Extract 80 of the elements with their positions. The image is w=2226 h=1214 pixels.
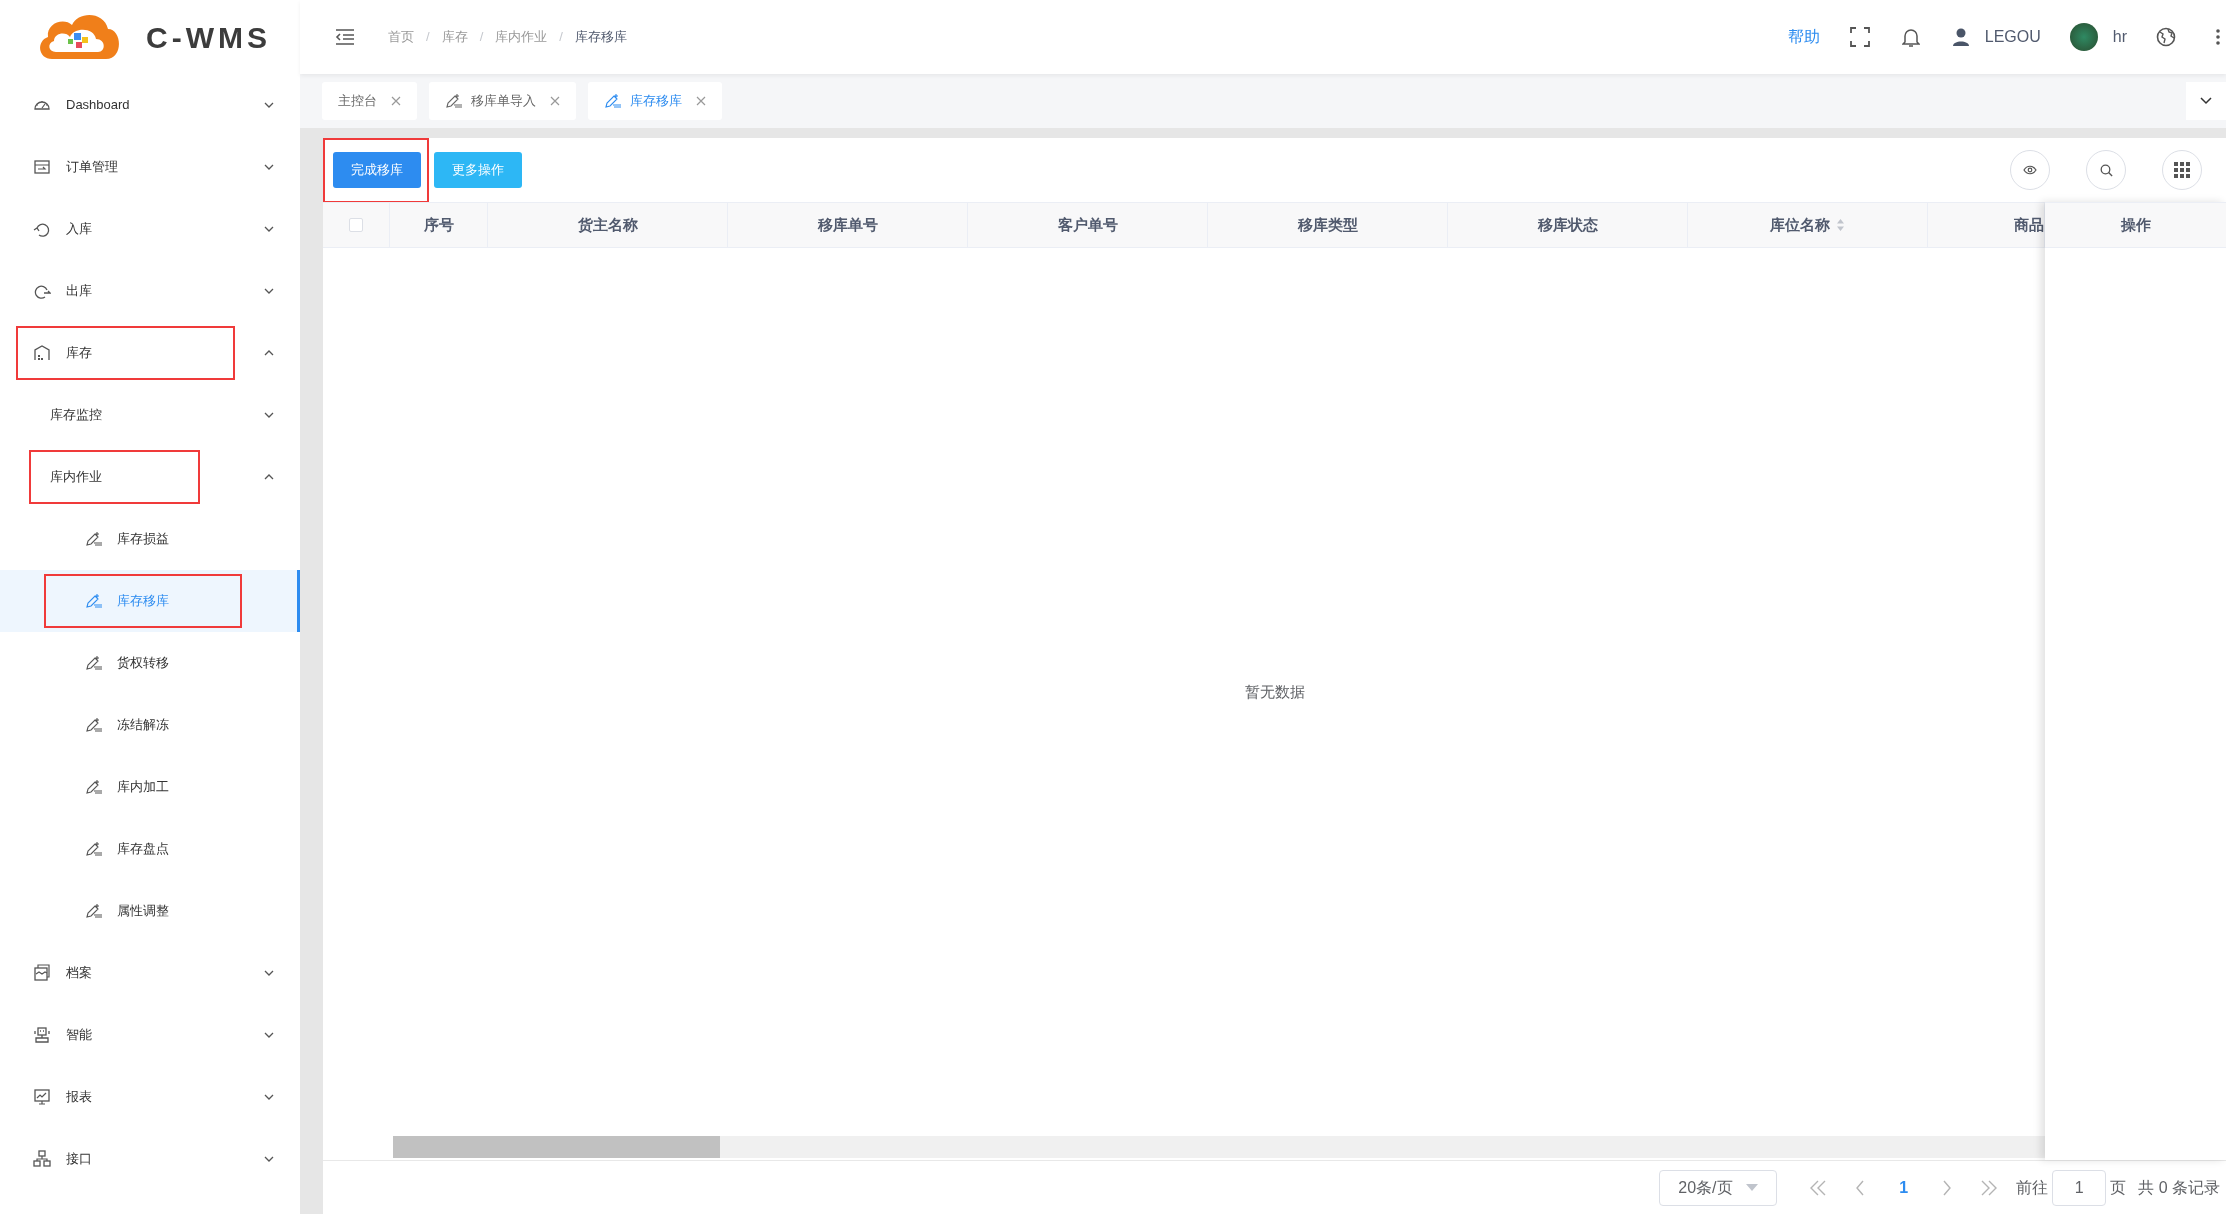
submenu-item[interactable]: 库内作业 [0,446,300,508]
next-page-icon[interactable] [1942,1179,1953,1196]
scrollbar-thumb[interactable] [393,1136,720,1158]
submenu-item[interactable]: 库存监控 [0,384,300,446]
archive-icon [33,964,51,982]
submenu-item[interactable]: 冻结解冻 [0,694,300,756]
menu-item[interactable]: 报表 [0,1066,300,1128]
goto-label: 前往 [2016,1177,2049,1198]
more-icon[interactable] [2216,29,2220,45]
tray-icon [33,158,51,176]
user-icon[interactable] [1951,28,1970,46]
submenu-item[interactable]: 库存损益 [0,508,300,570]
column-header: 移库类型 [1297,214,1358,235]
breadcrumb-separator: / [559,28,563,47]
pen-icon [85,779,103,795]
previous-page-icon[interactable] [1855,1179,1866,1196]
pen-icon [85,903,103,919]
pen-icon [85,531,103,547]
submenu-item[interactable]: 货权转移 [0,632,300,694]
empty-message: 暂无数据 [1244,681,1305,702]
column-header: 移库单号 [817,214,878,235]
last-page-icon[interactable] [1980,1179,1999,1196]
caret-down-icon [1746,1184,1759,1191]
menu-item[interactable]: 订单管理 [0,136,300,198]
column-header: 序号 [423,214,454,235]
sort-icon[interactable] [1836,218,1845,232]
submenu-item[interactable]: 库内加工 [0,756,300,818]
column-header: 货主名称 [577,214,638,235]
tabs-dropdown-button[interactable] [2186,82,2226,120]
page-input[interactable]: 1 [2052,1169,2107,1206]
pen-icon [85,655,103,671]
pen-icon [445,93,463,109]
page-size-select[interactable]: 20条/页 [1659,1169,1778,1206]
menu-item[interactable]: Dashboard [0,74,300,136]
breadcrumb-separator: / [426,28,430,47]
pen-icon [604,93,622,109]
avatar[interactable] [2069,23,2098,51]
submenu-item[interactable]: 库存盘点 [0,818,300,880]
warehouse-icon [33,344,51,362]
tab[interactable]: 移库单导入 [429,82,576,120]
first-page-icon[interactable] [1809,1179,1828,1196]
fullscreen-icon[interactable] [1849,27,1870,47]
column-header: 操作 [2120,214,2151,235]
globe-icon[interactable] [2156,27,2176,47]
menu-item[interactable]: 档案 [0,942,300,1004]
menu-item[interactable]: 入库 [0,198,300,260]
tab[interactable]: 主控台 [322,82,417,120]
pen-icon [85,841,103,857]
menu-item[interactable]: 库存 [0,322,300,384]
total-count: 共 0 条记录 [2138,1177,2220,1198]
menu-item[interactable]: 接口 [0,1128,300,1190]
bell-icon[interactable] [1901,26,1920,48]
logo-text: C-WMS [146,19,271,56]
pen-icon [85,717,103,733]
breadcrumb-separator: / [479,28,484,47]
column-header: 商品 [2014,214,2044,235]
column-header: 移库状态 [1537,214,1598,235]
tab[interactable]: 库存移库 [588,82,722,120]
menu-item[interactable]: 智能 [0,1004,300,1066]
search-icon [2099,163,2113,177]
chevron-down-icon [2200,97,2212,105]
page-unit-label: 页 [2110,1177,2127,1198]
grid-icon [2174,162,2190,178]
eye-icon [2023,165,2037,175]
submenu-item[interactable]: 属性调整 [0,880,300,942]
user-name[interactable]: LEGOU [1984,25,2041,49]
help-link[interactable]: 帮助 [1787,25,1820,49]
chart-monitor-icon [33,1088,51,1106]
network-icon [33,1150,51,1168]
pen-icon [85,593,103,609]
robot-icon [33,1026,51,1044]
account-name[interactable]: hr [2112,25,2127,49]
menu-icon[interactable] [335,28,355,46]
column-header: 客户单号 [1057,214,1118,235]
select-all-checkbox[interactable] [349,218,363,232]
column-header: 库位名称 [1770,214,1830,235]
close-icon[interactable] [550,96,560,106]
close-icon[interactable] [696,96,706,106]
close-icon[interactable] [391,96,401,106]
menu-item[interactable]: 出库 [0,260,300,322]
